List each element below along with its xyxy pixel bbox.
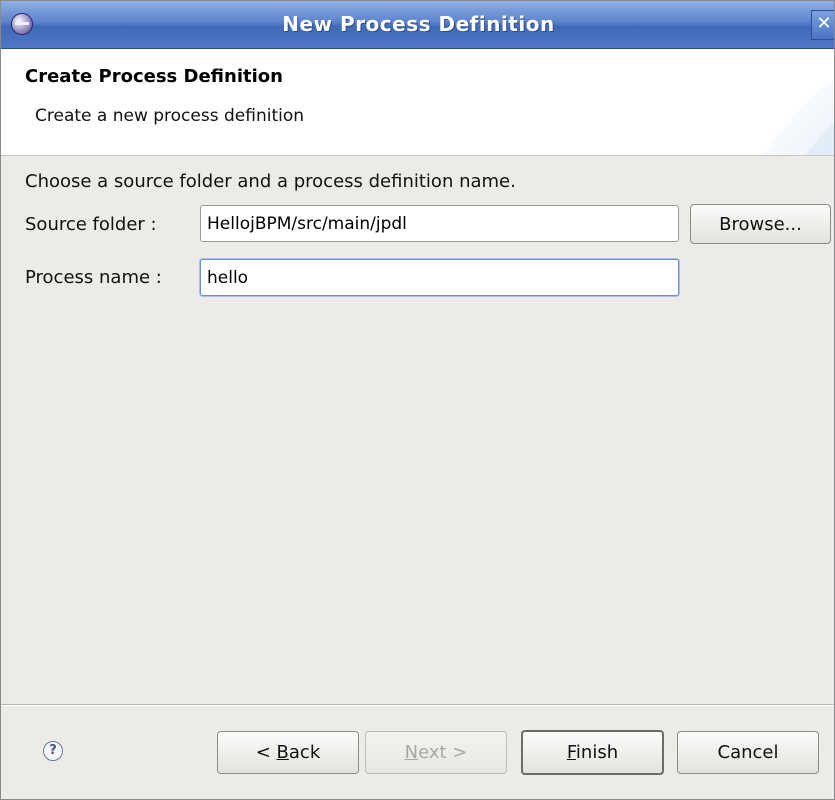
back-prefix: < <box>255 742 277 763</box>
source-folder-label: Source folder : <box>25 214 157 235</box>
next-mnemonic: N <box>404 742 419 763</box>
dialog-window: New Process Definition ✕ Create Process … <box>0 0 835 800</box>
cancel-button[interactable]: Cancel <box>677 731 819 774</box>
finish-rest: inish <box>575 742 619 763</box>
next-button[interactable]: Next > <box>365 731 507 774</box>
process-name-label: Process name : <box>25 267 162 288</box>
title-bar[interactable]: New Process Definition ✕ <box>1 1 834 49</box>
help-icon[interactable]: ? <box>43 741 63 761</box>
finish-button[interactable]: Finish <box>521 730 664 775</box>
banner-decoration <box>763 78 834 155</box>
process-name-input[interactable] <box>200 259 679 296</box>
finish-mnemonic: F <box>566 742 576 763</box>
back-button[interactable]: < Back <box>217 731 359 774</box>
close-icon[interactable]: ✕ <box>811 10 834 40</box>
back-rest: ack <box>288 742 321 763</box>
window-title: New Process Definition <box>282 12 555 36</box>
source-folder-input[interactable] <box>200 205 679 242</box>
browse-button[interactable]: Browse... <box>690 204 831 244</box>
back-mnemonic: B <box>276 742 289 763</box>
wizard-banner: Create Process Definition Create a new p… <box>1 49 834 156</box>
instruction-text: Choose a source folder and a process def… <box>25 171 516 192</box>
next-rest: ext > <box>418 742 468 763</box>
banner-description: Create a new process definition <box>35 106 305 126</box>
banner-title: Create Process Definition <box>25 66 283 87</box>
footer-separator <box>1 704 834 706</box>
